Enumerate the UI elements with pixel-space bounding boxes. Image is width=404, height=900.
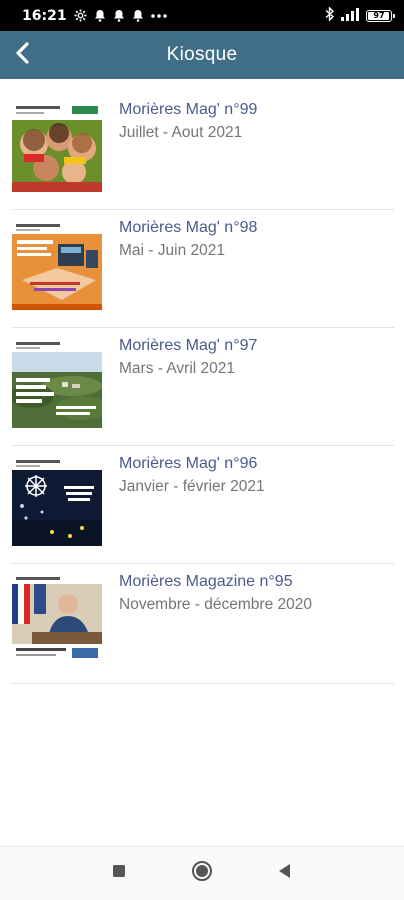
issue-title: Morières Magazine n°95	[119, 573, 293, 590]
bell-icon	[94, 9, 106, 22]
item-text: Morières Magazine n°95 Novembre - décemb…	[119, 572, 312, 683]
issue-date: Mai - Juin 2021	[119, 242, 225, 259]
item-text: Morières Mag' n°98 Mai - Juin 2021	[119, 218, 257, 327]
item-text: Morières Mag' n°97 Mars - Avril 2021	[119, 336, 257, 445]
magazine-cover-image	[12, 220, 102, 310]
home-button[interactable]	[188, 859, 216, 887]
list-item[interactable]: Morières Mag' n°98 Mai - Juin 2021	[12, 210, 394, 328]
issue-list: Morières Mag' n°99 Juillet - Aout 2021 M…	[0, 92, 404, 684]
system-nav-bar	[0, 846, 404, 900]
issue-title: Morières Mag' n°97	[119, 337, 258, 354]
bluetooth-icon	[325, 6, 335, 25]
status-left: 16:21	[22, 8, 167, 24]
battery-icon: 97	[366, 9, 395, 22]
recents-square-icon	[112, 864, 126, 883]
issue-date: Mars - Avril 2021	[119, 360, 236, 377]
list-item[interactable]: Morières Magazine n°95 Novembre - décemb…	[12, 564, 394, 684]
back-button[interactable]	[6, 39, 38, 71]
magazine-cover-image	[12, 102, 102, 192]
issue-date: Janvier - février 2021	[119, 478, 265, 495]
item-text: Morières Mag' n°96 Janvier - février 202…	[119, 454, 265, 563]
recents-button[interactable]	[105, 859, 133, 887]
bell-icon	[132, 9, 144, 22]
page-title: Kiosque	[166, 44, 238, 65]
item-text: Morières Mag' n°99 Juillet - Aout 2021	[119, 100, 257, 209]
back-triangle-icon	[277, 863, 291, 884]
settings-icon	[74, 9, 87, 22]
signal-icon	[340, 6, 360, 25]
app-bar: Kiosque	[0, 31, 404, 79]
back-nav-button[interactable]	[270, 859, 298, 887]
issue-title: Morières Mag' n°96	[119, 455, 258, 472]
list-item[interactable]: Morières Mag' n°96 Janvier - février 202…	[12, 446, 394, 564]
magazine-cover-image	[12, 574, 102, 664]
status-bar: 16:21 97	[0, 0, 404, 31]
battery-level: 97	[373, 10, 385, 20]
status-right: 97	[325, 6, 395, 25]
home-circle-icon	[191, 860, 213, 887]
issue-title: Morières Mag' n°98	[119, 219, 258, 236]
magazine-cover-image	[12, 338, 102, 428]
more-dots-icon	[150, 13, 167, 18]
bell-icon	[113, 9, 125, 22]
status-time: 16:21	[22, 7, 67, 24]
magazine-cover-image	[12, 456, 102, 546]
list-item[interactable]: Morières Mag' n°97 Mars - Avril 2021	[12, 328, 394, 446]
list-item[interactable]: Morières Mag' n°99 Juillet - Aout 2021	[12, 92, 394, 210]
issue-date: Novembre - décembre 2020	[119, 596, 312, 613]
issue-date: Juillet - Aout 2021	[119, 124, 243, 141]
issue-title: Morières Mag' n°99	[119, 101, 258, 118]
chevron-left-icon	[13, 41, 31, 70]
